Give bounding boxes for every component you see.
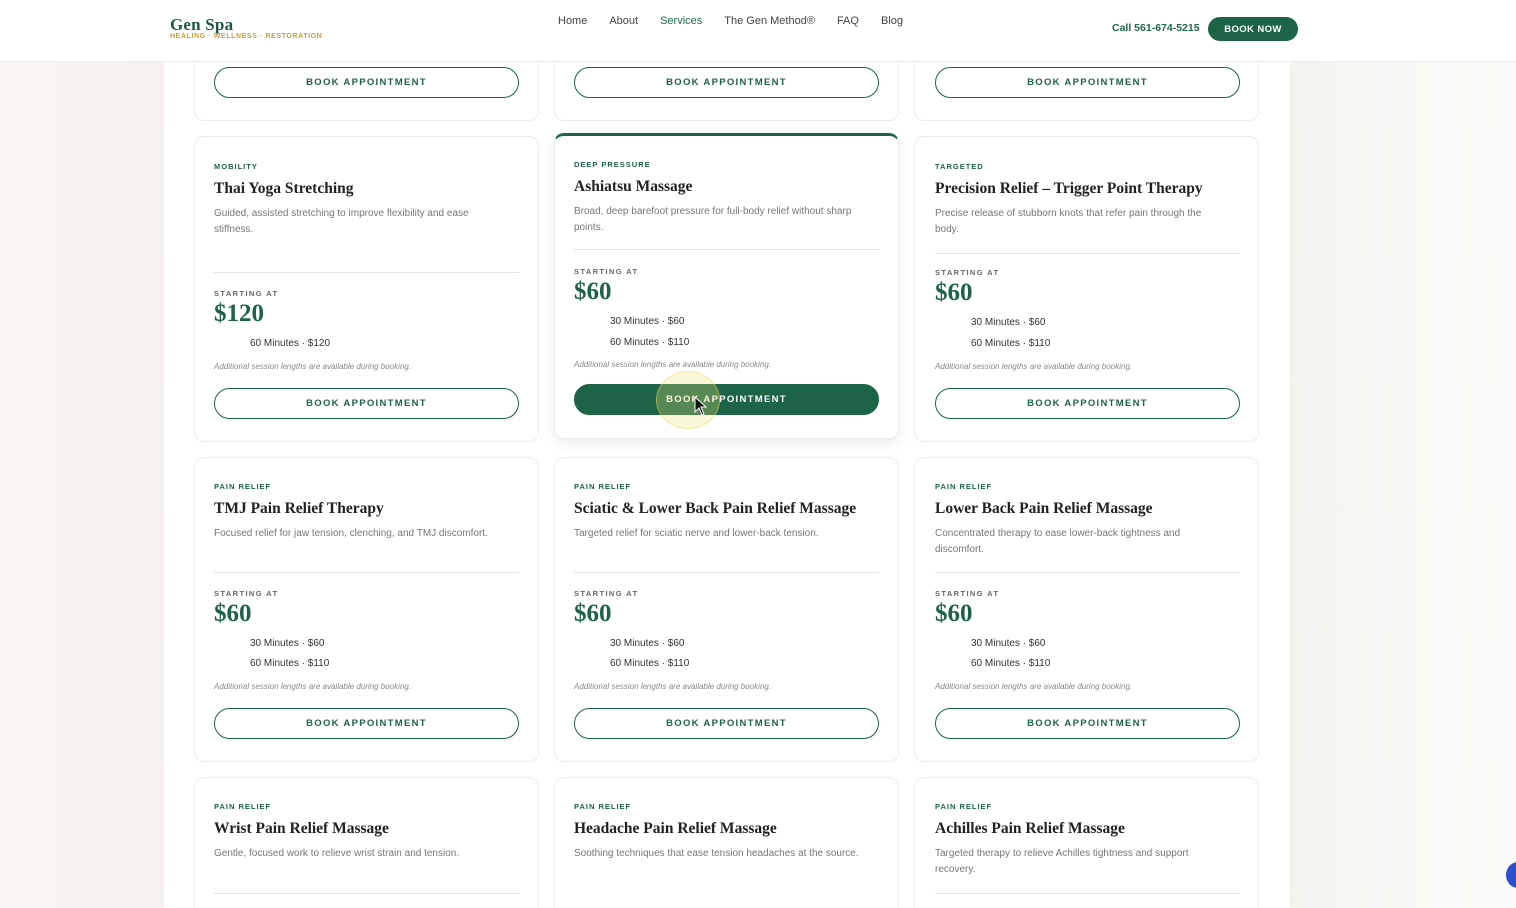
nav-about[interactable]: About: [609, 14, 638, 28]
logo-tagline: HEALING · WELLNESS · RESTORATION: [170, 33, 323, 40]
price-tier: 60 Minutes · $110: [610, 658, 690, 669]
book-now-button[interactable]: BOOK NOW: [1208, 17, 1298, 41]
starting-at-label: STARTING AT: [214, 289, 279, 298]
category-label: PAIN RELIEF: [214, 802, 272, 811]
divider: [214, 572, 519, 573]
starting-at-label: STARTING AT: [574, 267, 639, 276]
starting-at-label: STARTING AT: [935, 589, 1000, 598]
divider: [935, 572, 1240, 573]
service-card: PAIN RELIEF Wrist Pain Relief Massage Ge…: [194, 777, 539, 908]
divider: [574, 249, 879, 250]
price-tier: 60 Minutes · $110: [971, 658, 1051, 669]
service-description: Concentrated therapy to ease lower-back …: [935, 528, 1181, 555]
nav-blog[interactable]: Blog: [881, 14, 903, 28]
category-label: PAIN RELIEF: [574, 802, 632, 811]
price-tier: 30 Minutes · $60: [971, 638, 1046, 649]
price: $60: [574, 278, 612, 305]
service-description: Broad, deep barefoot pressure for full-b…: [574, 206, 852, 233]
price-tier: 60 Minutes · $110: [610, 337, 690, 348]
divider: [574, 572, 879, 573]
price-tier: 30 Minutes · $60: [971, 317, 1046, 328]
service-card: PAIN RELIEF TMJ Pain Relief Therapy Focu…: [194, 457, 539, 762]
price: $60: [574, 600, 612, 627]
starting-at-label: STARTING AT: [574, 589, 639, 598]
service-title: Headache Pain Relief Massage: [574, 820, 777, 837]
service-title: Thai Yoga Stretching: [214, 180, 354, 197]
book-appointment-button[interactable]: BOOK APPOINTMENT: [574, 384, 879, 415]
page-background-right: [1290, 62, 1516, 908]
session-note: Additional session lengths are available…: [935, 362, 1133, 371]
book-appointment-button[interactable]: BOOK APPOINTMENT: [214, 67, 519, 98]
starting-at-label: STARTING AT: [214, 589, 279, 598]
price: $120: [214, 300, 264, 327]
service-description: Guided, assisted stretching to improve f…: [214, 208, 469, 235]
service-card: PAIN RELIEF Headache Pain Relief Massage…: [554, 777, 899, 908]
session-note: Additional session lengths are available…: [574, 360, 772, 369]
session-note: Additional session lengths are available…: [574, 682, 772, 691]
nav-home[interactable]: Home: [558, 14, 587, 28]
service-description: Soothing techniques that ease tension he…: [574, 848, 859, 859]
service-card: PAIN RELIEF Lower Back Pain Relief Massa…: [914, 457, 1259, 762]
category-label: PAIN RELIEF: [574, 482, 632, 491]
service-card: TARGETED Precision Relief – Trigger Poin…: [914, 136, 1259, 442]
service-description: Targeted therapy to relieve Achilles tig…: [935, 848, 1189, 875]
price-tier: 30 Minutes · $60: [610, 638, 685, 649]
nav-services[interactable]: Services: [660, 14, 702, 28]
service-description: Focused relief for jaw tension, clenchin…: [214, 528, 488, 539]
divider: [214, 893, 519, 894]
service-title: Lower Back Pain Relief Massage: [935, 500, 1153, 517]
price: $60: [935, 279, 973, 306]
price-tier: 30 Minutes · $60: [610, 316, 685, 327]
session-note: Additional session lengths are available…: [935, 682, 1133, 691]
service-card-featured: DEEP PRESSURE Ashiatsu Massage Broad, de…: [554, 133, 899, 439]
book-appointment-button[interactable]: BOOK APPOINTMENT: [214, 388, 519, 419]
category-label: TARGETED: [935, 162, 984, 171]
click-highlight: [656, 371, 720, 429]
book-appointment-button[interactable]: BOOK APPOINTMENT: [214, 708, 519, 739]
book-appointment-button[interactable]: BOOK APPOINTMENT: [574, 708, 879, 739]
service-title: Wrist Pain Relief Massage: [214, 820, 389, 837]
price-tier: 30 Minutes · $60: [250, 638, 325, 649]
service-title: Achilles Pain Relief Massage: [935, 820, 1125, 837]
book-appointment-button[interactable]: BOOK APPOINTMENT: [935, 388, 1240, 419]
main-nav: Home About Services The Gen Method® FAQ …: [558, 14, 925, 28]
starting-at-label: STARTING AT: [935, 268, 1000, 277]
service-title: Ashiatsu Massage: [574, 178, 693, 195]
nav-faq[interactable]: FAQ: [837, 14, 859, 28]
price: $60: [935, 600, 973, 627]
divider: [935, 893, 1240, 894]
call-phone-link[interactable]: Call 561-674-5215: [1112, 22, 1200, 34]
price-tier: 60 Minutes · $110: [971, 338, 1051, 349]
book-appointment-button[interactable]: BOOK APPOINTMENT: [574, 67, 879, 98]
price: $60: [214, 600, 252, 627]
service-description: Precise release of stubborn knots that r…: [935, 208, 1202, 235]
divider: [214, 272, 519, 273]
logo[interactable]: Gen Spa HEALING · WELLNESS · RESTORATION: [170, 15, 323, 41]
service-title: Precision Relief – Trigger Point Therapy: [935, 180, 1203, 197]
service-description: Targeted relief for sciatic nerve and lo…: [574, 528, 819, 539]
category-label: PAIN RELIEF: [935, 802, 993, 811]
book-appointment-button[interactable]: BOOK APPOINTMENT: [935, 708, 1240, 739]
divider: [935, 253, 1240, 254]
service-card: PAIN RELIEF Sciatic & Lower Back Pain Re…: [554, 457, 899, 762]
service-title: TMJ Pain Relief Therapy: [214, 500, 384, 517]
price-tier: 60 Minutes · $110: [250, 658, 330, 669]
category-label: PAIN RELIEF: [935, 482, 993, 491]
service-title: Sciatic & Lower Back Pain Relief Massage: [574, 500, 857, 517]
category-label: PAIN RELIEF: [214, 482, 272, 491]
site-header: Gen Spa HEALING · WELLNESS · RESTORATION…: [0, 0, 1516, 62]
service-card: MOBILITY Thai Yoga Stretching Guided, as…: [194, 136, 539, 442]
logo-name: Gen Spa: [170, 15, 234, 34]
book-appointment-button[interactable]: BOOK APPOINTMENT: [935, 67, 1240, 98]
category-label: MOBILITY: [214, 162, 258, 171]
mouse-cursor-icon: [694, 396, 708, 416]
page-background-left: [0, 62, 164, 908]
price-tier: 60 Minutes · $120: [250, 338, 331, 349]
service-description: Gentle, focused work to relieve wrist st…: [214, 848, 460, 859]
session-note: Additional session lengths are available…: [214, 362, 412, 371]
category-label: DEEP PRESSURE: [574, 160, 651, 169]
nav-gen-method[interactable]: The Gen Method®: [724, 14, 815, 28]
session-note: Additional session lengths are available…: [214, 682, 412, 691]
service-card: PAIN RELIEF Achilles Pain Relief Massage…: [914, 777, 1259, 908]
